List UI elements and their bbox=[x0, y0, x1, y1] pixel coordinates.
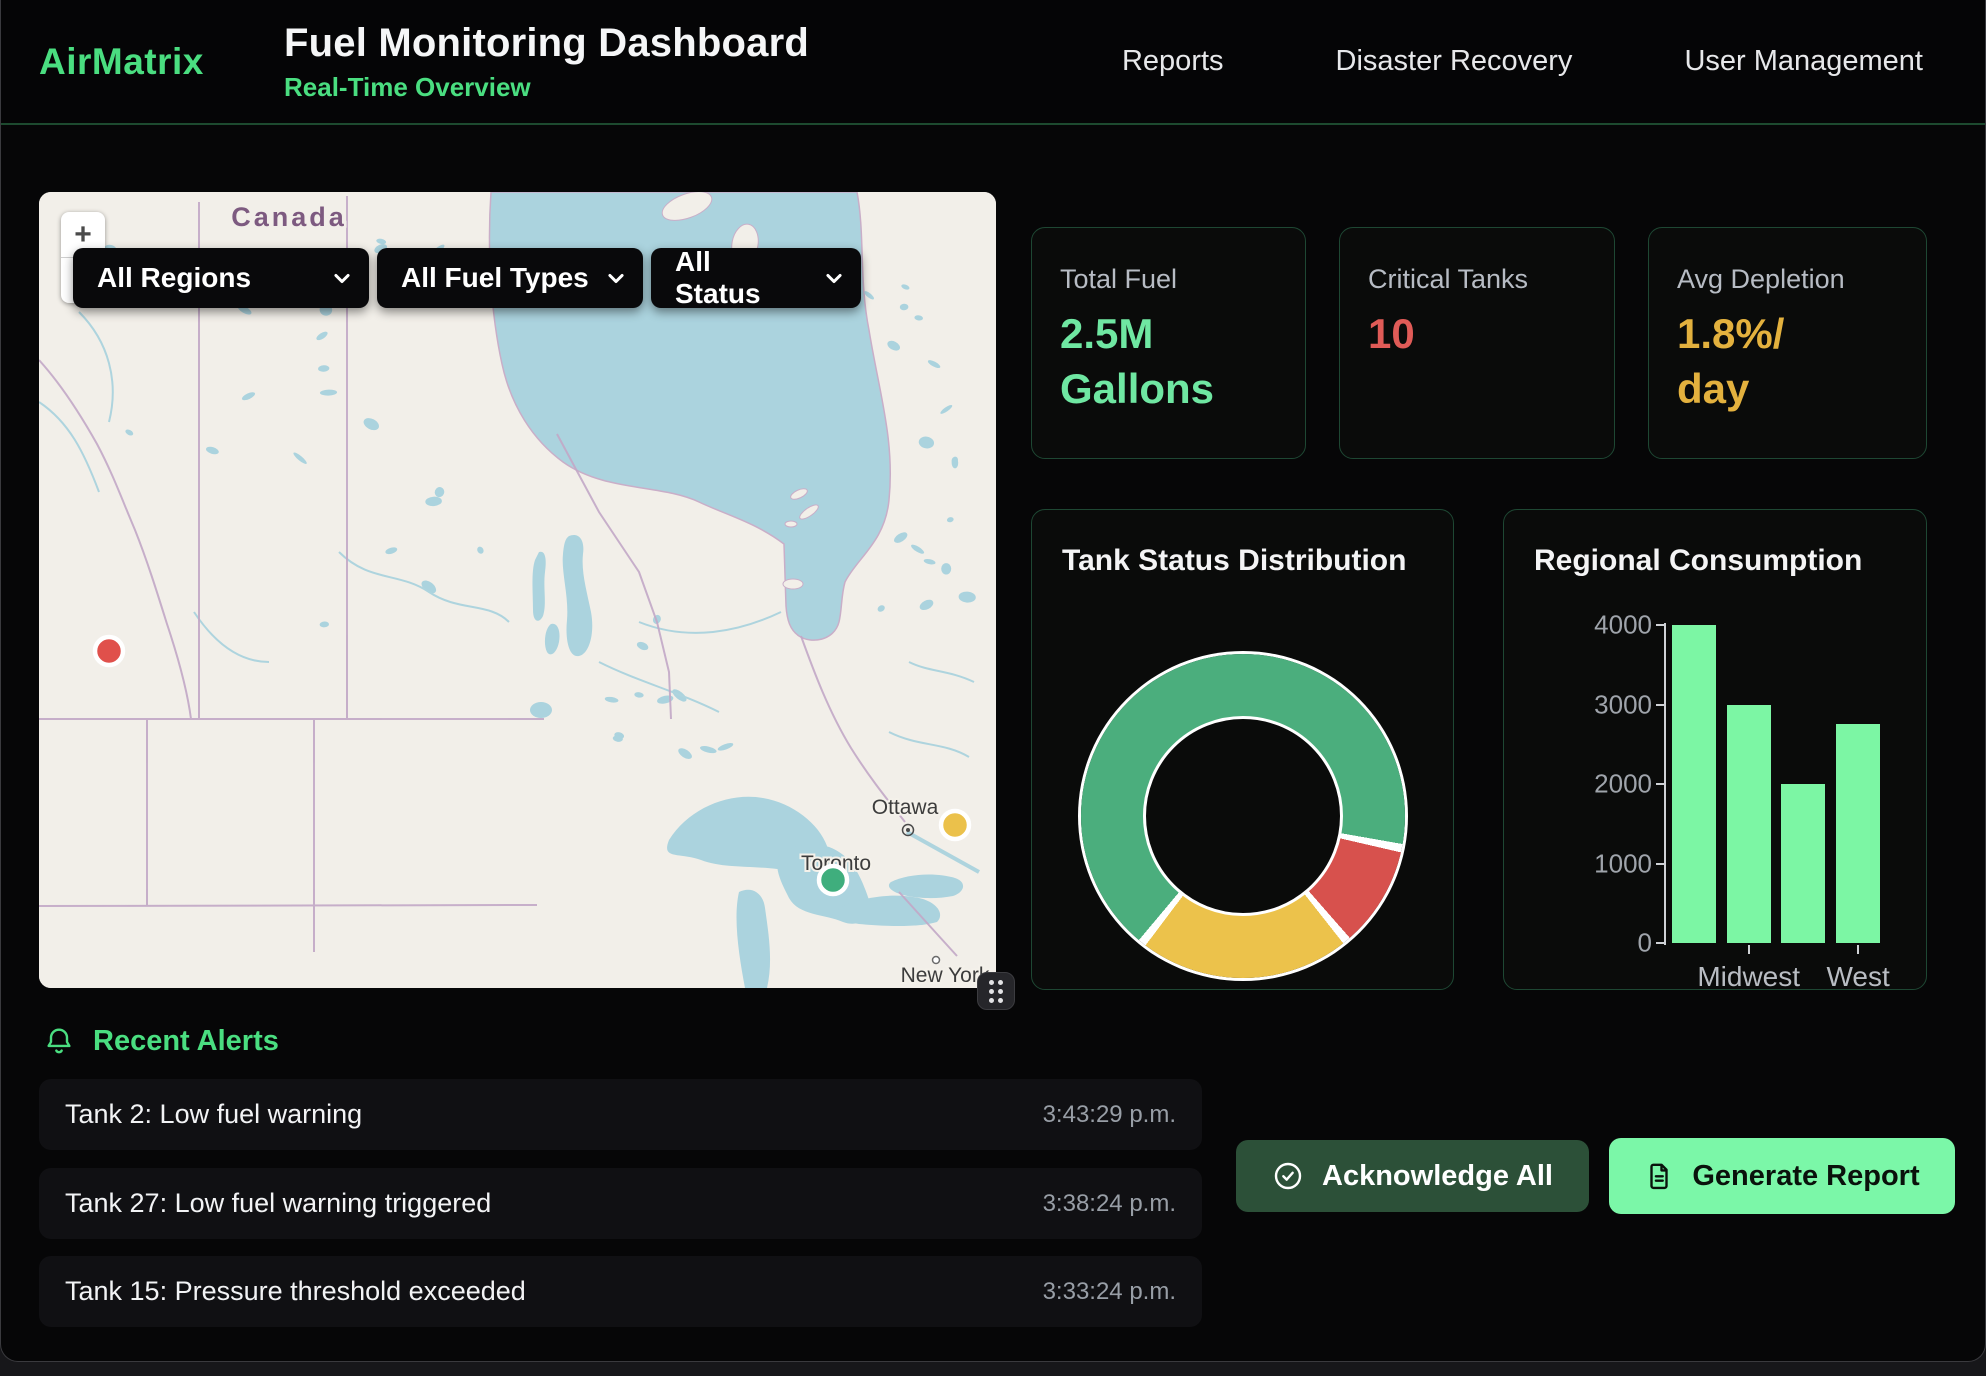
chart-title: Tank Status Distribution bbox=[1062, 544, 1406, 578]
alert-message: Tank 15: Pressure threshold exceeded bbox=[65, 1276, 526, 1307]
tank-marker-critical[interactable] bbox=[95, 637, 123, 665]
page-title: Fuel Monitoring Dashboard bbox=[284, 21, 809, 66]
tank-marker-warning[interactable] bbox=[941, 811, 969, 839]
y-tick-mark bbox=[1656, 863, 1664, 865]
y-tick-label: 3000 bbox=[1532, 689, 1652, 720]
filter-status-label: All Status bbox=[675, 246, 799, 310]
y-tick-mark bbox=[1656, 783, 1664, 785]
newyork-city-dot bbox=[933, 957, 940, 964]
stat-label: Critical Tanks bbox=[1368, 264, 1586, 295]
x-tick-mark bbox=[1857, 945, 1859, 954]
nav-user-management[interactable]: User Management bbox=[1684, 45, 1923, 78]
bar-chart: 0 1000 2000 3000 4000 Midwest West bbox=[1504, 510, 1927, 990]
bell-icon bbox=[43, 1024, 75, 1058]
map-resize-handle[interactable] bbox=[977, 972, 1015, 1010]
y-tick-mark bbox=[1656, 704, 1664, 706]
map-filters: All Regions All Fuel Types All Status bbox=[73, 248, 861, 308]
y-tick-label: 2000 bbox=[1532, 769, 1652, 800]
map-canvas[interactable]: Canada Ottawa Toronto New York bbox=[39, 192, 996, 988]
nav-reports[interactable]: Reports bbox=[1122, 45, 1224, 78]
page-subtitle: Real-Time Overview bbox=[284, 72, 809, 103]
y-tick-label: 4000 bbox=[1532, 610, 1652, 641]
dashboard: AirMatrix Fuel Monitoring Dashboard Real… bbox=[0, 0, 1986, 1362]
generate-report-button[interactable]: Generate Report bbox=[1609, 1138, 1955, 1214]
alert-row[interactable]: Tank 27: Low fuel warning triggered 3:38… bbox=[39, 1168, 1202, 1239]
x-tick-mark bbox=[1748, 945, 1750, 954]
filter-status-dropdown[interactable]: All Status bbox=[651, 248, 861, 308]
recent-alerts-header: Recent Alerts bbox=[43, 1024, 279, 1058]
brand-logo: AirMatrix bbox=[39, 41, 284, 83]
bar bbox=[1727, 705, 1771, 944]
nav-disaster-recovery[interactable]: Disaster Recovery bbox=[1336, 45, 1573, 78]
y-tick-label: 0 bbox=[1532, 928, 1652, 959]
filter-fuel-types-label: All Fuel Types bbox=[401, 262, 589, 294]
bar bbox=[1836, 724, 1880, 943]
report-document-icon bbox=[1644, 1160, 1674, 1192]
alert-time: 3:38:24 p.m. bbox=[1043, 1190, 1176, 1218]
tank-marker-normal[interactable] bbox=[819, 866, 847, 894]
alert-message: Tank 2: Low fuel warning bbox=[65, 1099, 362, 1130]
alert-row[interactable]: Tank 2: Low fuel warning 3:43:29 p.m. bbox=[39, 1079, 1202, 1150]
filter-fuel-types-dropdown[interactable]: All Fuel Types bbox=[377, 248, 643, 308]
y-tick-mark bbox=[1656, 624, 1664, 626]
y-axis-line bbox=[1664, 623, 1666, 945]
map-label-ottawa: Ottawa bbox=[872, 796, 939, 819]
donut-hole bbox=[1143, 716, 1343, 916]
tank-status-distribution-card: Tank Status Distribution bbox=[1031, 509, 1454, 990]
alert-time: 3:43:29 p.m. bbox=[1043, 1101, 1176, 1129]
filter-regions-dropdown[interactable]: All Regions bbox=[73, 248, 369, 308]
stat-value: 1.8%/day bbox=[1677, 307, 1898, 416]
chevron-down-icon bbox=[607, 273, 625, 284]
ottawa-city-dot-center bbox=[906, 828, 910, 832]
stat-card-avg-depletion: Avg Depletion 1.8%/day bbox=[1648, 227, 1927, 459]
chevron-down-icon bbox=[825, 273, 843, 284]
title-block: Fuel Monitoring Dashboard Real-Time Over… bbox=[284, 21, 809, 103]
check-circle-icon bbox=[1272, 1160, 1304, 1192]
y-tick-mark bbox=[1656, 942, 1664, 944]
stat-label: Avg Depletion bbox=[1677, 264, 1898, 295]
filter-regions-label: All Regions bbox=[97, 262, 251, 294]
header: AirMatrix Fuel Monitoring Dashboard Real… bbox=[1, 0, 1985, 125]
alert-message: Tank 27: Low fuel warning triggered bbox=[65, 1188, 491, 1219]
donut-chart bbox=[1081, 654, 1405, 978]
alert-row[interactable]: Tank 15: Pressure threshold exceeded 3:3… bbox=[39, 1256, 1202, 1327]
map-label-canada: Canada bbox=[231, 202, 347, 232]
y-tick-label: 1000 bbox=[1532, 848, 1652, 879]
stat-value: 10 bbox=[1368, 307, 1586, 362]
bar bbox=[1781, 784, 1825, 943]
x-tick-label: Midwest bbox=[1697, 961, 1800, 990]
generate-report-label: Generate Report bbox=[1692, 1160, 1919, 1193]
bar bbox=[1672, 625, 1716, 943]
stat-label: Total Fuel bbox=[1060, 264, 1277, 295]
stat-value: 2.5MGallons bbox=[1060, 307, 1277, 416]
acknowledge-all-label: Acknowledge All bbox=[1322, 1160, 1553, 1193]
regional-consumption-card: Regional Consumption 01000200030004000Mi… bbox=[1503, 509, 1927, 990]
stat-card-critical-tanks: Critical Tanks 10 bbox=[1339, 227, 1615, 459]
chevron-down-icon bbox=[333, 273, 351, 284]
main-nav: Reports Disaster Recovery User Managemen… bbox=[1122, 45, 1923, 78]
map[interactable]: Canada Ottawa Toronto New York + − All R… bbox=[39, 192, 996, 988]
acknowledge-all-button[interactable]: Acknowledge All bbox=[1236, 1140, 1589, 1212]
alert-time: 3:33:24 p.m. bbox=[1043, 1278, 1176, 1306]
alerts-title: Recent Alerts bbox=[93, 1025, 279, 1058]
stat-card-total-fuel: Total Fuel 2.5MGallons bbox=[1031, 227, 1306, 459]
x-tick-label: West bbox=[1826, 961, 1889, 990]
